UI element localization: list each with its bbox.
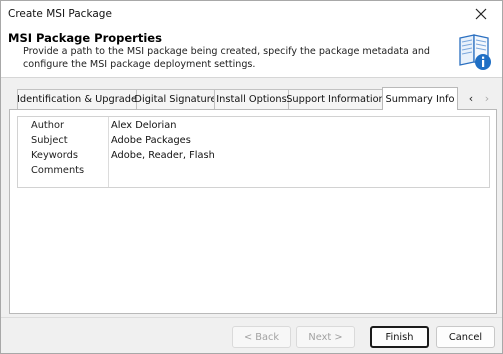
tab-support-information[interactable]: Support Information [286, 89, 385, 109]
property-row-keywords[interactable]: Keywords Adobe, Reader, Flash [18, 149, 489, 164]
title-bar: Create MSI Package [1, 1, 502, 28]
tab-strip: Identification & Upgrade Digital Signatu… [17, 87, 497, 110]
back-button[interactable]: < Back [232, 326, 291, 348]
close-icon[interactable] [470, 4, 492, 24]
property-key: Keywords [31, 150, 78, 161]
property-row-subject[interactable]: Subject Adobe Packages [18, 134, 489, 149]
cancel-button[interactable]: Cancel [436, 326, 495, 348]
next-button[interactable]: Next > [296, 326, 355, 348]
summary-info-panel: Author Alex Delorian Subject Adobe Packa… [9, 109, 497, 314]
tab-scroll-left-icon[interactable]: ‹ [464, 90, 478, 106]
property-key: Subject [31, 135, 68, 146]
tab-label: Digital Signature [134, 94, 217, 105]
summary-property-grid: Author Alex Delorian Subject Adobe Packa… [17, 116, 490, 188]
tab-identification-upgrade[interactable]: Identification & Upgrade [17, 89, 137, 109]
tab-label: Support Information [286, 94, 385, 105]
property-key: Author [31, 120, 64, 131]
property-value[interactable]: Alex Delorian [111, 120, 176, 131]
property-row-author[interactable]: Author Alex Delorian [18, 119, 489, 134]
property-value[interactable]: Adobe Packages [111, 135, 191, 146]
page-description: Provide a path to the MSI package being … [23, 46, 430, 70]
tab-summary-info[interactable]: Summary Info [382, 87, 458, 110]
book-info-icon [458, 32, 494, 72]
tab-label: Summary Info [385, 93, 455, 105]
property-value[interactable]: Adobe, Reader, Flash [111, 150, 215, 161]
tab-install-options[interactable]: Install Options [214, 89, 289, 109]
property-key: Comments [31, 165, 85, 176]
tab-label: Identification & Upgrade [17, 94, 137, 105]
tab-digital-signature[interactable]: Digital Signature [134, 89, 217, 109]
property-row-comments[interactable]: Comments [18, 164, 489, 179]
create-msi-package-dialog: Create MSI Package MSI Package Propertie… [0, 0, 503, 354]
page-title: MSI Package Properties [8, 31, 162, 45]
finish-button[interactable]: Finish [370, 326, 429, 348]
window-title: Create MSI Package [8, 8, 112, 20]
tab-scroll-right-icon[interactable]: › [480, 90, 494, 106]
page-header: MSI Package Properties Provide a path to… [1, 28, 502, 78]
footer-separator [1, 317, 502, 318]
tab-label: Install Options [216, 94, 287, 105]
